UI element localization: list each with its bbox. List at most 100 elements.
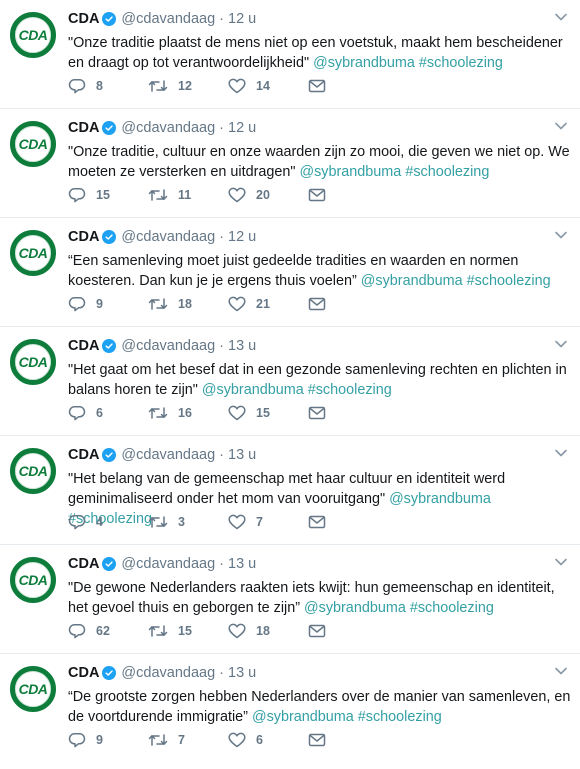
like-button[interactable]: 18 [228,623,308,639]
author-name[interactable]: CDA [68,228,99,246]
like-button[interactable]: 20 [228,187,308,203]
tweet-actions: 6 16 15 [68,405,338,421]
author-handle[interactable]: @cdavandaag [121,664,215,682]
retweet-button[interactable]: 7 [148,732,228,748]
hashtag-link[interactable]: #schoolezing [405,164,489,180]
verified-badge-icon [102,448,117,462]
avatar[interactable]: CDA [10,448,56,494]
reply-button[interactable]: 4 [68,514,148,530]
like-button[interactable]: 21 [228,296,308,312]
mention-link[interactable]: @sybrandbuma [300,164,402,180]
author-handle[interactable]: @cdavandaag [121,228,215,246]
hashtag-link[interactable]: #schoolezing [419,55,503,71]
reply-count: 62 [96,624,110,638]
author-handle[interactable]: @cdavandaag [121,119,215,137]
reply-button[interactable]: 9 [68,296,148,312]
avatar-logo-text: CDA [18,572,48,588]
reply-button[interactable]: 15 [68,187,148,203]
verified-badge-icon [102,339,117,353]
author-name[interactable]: CDA [68,555,99,573]
timestamp[interactable]: 13 u [228,664,256,682]
direct-message-button[interactable] [308,79,338,93]
tweet[interactable]: CDA CDA @cdavandaag · 12 u "Onze traditi… [0,109,580,218]
author-handle[interactable]: @cdavandaag [121,337,215,355]
author-name[interactable]: CDA [68,337,99,355]
reply-count: 6 [96,406,103,420]
chevron-down-icon[interactable] [554,666,568,676]
tweet[interactable]: CDA CDA @cdavandaag · 12 u “Een samenlev… [0,218,580,327]
tweet[interactable]: CDA CDA @cdavandaag · 13 u "Het gaat om … [0,327,580,436]
tweet[interactable]: CDA CDA @cdavandaag · 13 u "De gewone Ne… [0,545,580,654]
like-button[interactable]: 6 [228,732,308,748]
mention-link[interactable]: @sybrandbuma [304,600,406,616]
direct-message-button[interactable] [308,733,338,747]
avatar[interactable]: CDA [10,666,56,712]
tweet[interactable]: CDA CDA @cdavandaag · 12 u "Onze traditi… [0,0,580,109]
chevron-down-icon[interactable] [554,557,568,567]
reply-button[interactable]: 9 [68,732,148,748]
like-button[interactable]: 14 [228,78,308,94]
like-count: 6 [256,733,263,747]
timestamp[interactable]: 13 u [228,446,256,464]
author-handle[interactable]: @cdavandaag [121,446,215,464]
reply-icon [68,79,86,94]
like-button[interactable]: 7 [228,514,308,530]
chevron-down-icon[interactable] [554,339,568,349]
author-handle[interactable]: @cdavandaag [121,10,215,28]
avatar[interactable]: CDA [10,557,56,603]
retweet-button[interactable]: 11 [148,187,228,203]
hashtag-link[interactable]: #schoolezing [467,273,551,289]
timestamp[interactable]: 13 u [228,555,256,573]
avatar[interactable]: CDA [10,12,56,58]
like-count: 14 [256,79,270,93]
mention-link[interactable]: @sybrandbuma [202,382,304,398]
mention-link[interactable]: @sybrandbuma [313,55,415,71]
hashtag-link[interactable]: #schoolezing [308,382,392,398]
timestamp[interactable]: 12 u [228,228,256,246]
tweet-header: CDA @cdavandaag · 13 u [68,337,570,355]
timestamp[interactable]: 12 u [228,10,256,28]
avatar[interactable]: CDA [10,230,56,276]
retweet-button[interactable]: 18 [148,296,228,312]
direct-message-button[interactable] [308,515,338,529]
chevron-down-icon[interactable] [554,448,568,458]
retweet-button[interactable]: 12 [148,78,228,94]
author-handle[interactable]: @cdavandaag [121,555,215,573]
avatar[interactable]: CDA [10,339,56,385]
chevron-down-icon[interactable] [554,230,568,240]
author-name[interactable]: CDA [68,664,99,682]
like-count: 7 [256,515,263,529]
author-name[interactable]: CDA [68,10,99,28]
author-name[interactable]: CDA [68,446,99,464]
envelope-icon [308,297,326,311]
direct-message-button[interactable] [308,624,338,638]
mention-link[interactable]: @sybrandbuma [389,491,491,507]
tweet[interactable]: CDA CDA @cdavandaag · 13 u “De grootste … [0,654,580,763]
direct-message-button[interactable] [308,297,338,311]
heart-icon [228,623,246,639]
mention-link[interactable]: @sybrandbuma [361,273,463,289]
author-name[interactable]: CDA [68,119,99,137]
like-button[interactable]: 15 [228,405,308,421]
reply-button[interactable]: 62 [68,623,148,639]
hashtag-link[interactable]: #schoolezing [410,600,494,616]
hashtag-link[interactable]: #schoolezing [358,709,442,725]
reply-button[interactable]: 8 [68,78,148,94]
tweet[interactable]: CDA CDA @cdavandaag · 13 u "Het belang v… [0,436,580,545]
reply-icon [68,515,86,530]
mention-link[interactable]: @sybrandbuma [252,709,354,725]
retweet-button[interactable]: 15 [148,623,228,639]
heart-icon [228,78,246,94]
direct-message-button[interactable] [308,406,338,420]
reply-icon [68,297,86,312]
chevron-down-icon[interactable] [554,121,568,131]
avatar[interactable]: CDA [10,121,56,167]
timestamp[interactable]: 12 u [228,119,256,137]
reply-button[interactable]: 6 [68,405,148,421]
direct-message-button[interactable] [308,188,338,202]
retweet-button[interactable]: 3 [148,514,228,530]
chevron-down-icon[interactable] [554,12,568,22]
separator-dot: · [219,11,224,27]
retweet-button[interactable]: 16 [148,405,228,421]
timestamp[interactable]: 13 u [228,337,256,355]
